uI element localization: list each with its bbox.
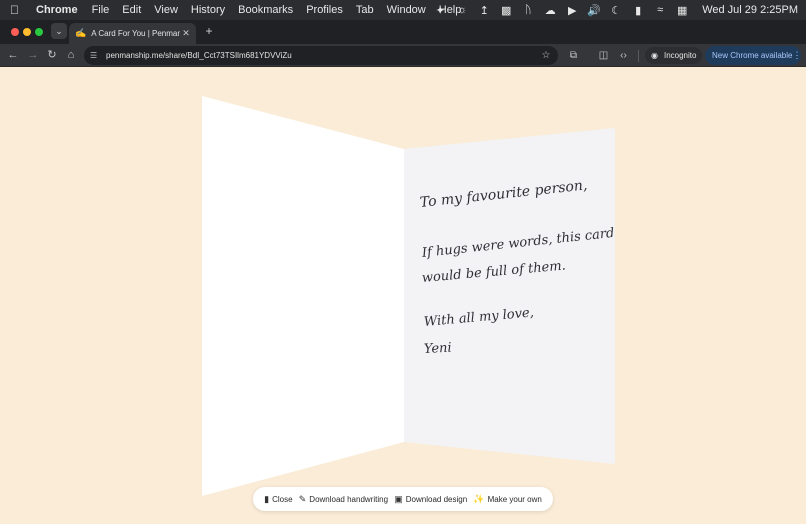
address-bar[interactable]: ☰ penmanship.me/share/BdI_Cct73TSIlm681Y… — [84, 46, 558, 65]
toolbar-divider — [638, 50, 639, 62]
menu-view[interactable]: View — [154, 4, 178, 16]
tab-strip: ⌄ ✍ A Card For You | Penmanship ✕ + — [0, 20, 806, 44]
new-chrome-available-button[interactable]: New Chrome available ⋮ — [705, 46, 801, 65]
more-menu-icon[interactable]: ⋮ — [792, 50, 801, 61]
new-tab-icon[interactable]: + — [202, 24, 216, 38]
download-design-label: Download design — [405, 494, 468, 504]
menubar-clock[interactable]: Wed Jul 29 2:25PM — [702, 4, 798, 16]
menu-edit[interactable]: Edit — [122, 4, 141, 16]
cloud-icon[interactable]: ☁ — [544, 4, 556, 17]
page-content: To my favourite person, If hugs were wor… — [0, 68, 806, 524]
pen-icon: ✎ — [298, 493, 307, 504]
penmanship-favicon-icon: ✍ — [75, 28, 87, 38]
forward-icon[interactable]: → — [26, 48, 40, 62]
incognito-icon: ◉ — [651, 51, 658, 60]
menu-bookmarks[interactable]: Bookmarks — [238, 4, 293, 16]
make-your-own-label: Make your own — [487, 494, 542, 504]
menu-app-name[interactable]: Chrome — [36, 4, 78, 16]
brightness-icon[interactable]: ☼ — [456, 4, 468, 16]
new-chrome-label: New Chrome available — [712, 51, 793, 60]
card-left-panel — [202, 96, 404, 496]
card-line-signature: Yeni — [423, 340, 453, 357]
close-label: Close — [272, 494, 293, 504]
incognito-badge[interactable]: ◉ Incognito — [645, 47, 703, 64]
keyboard-icon[interactable]: ▩ — [500, 4, 512, 17]
tab-title: A Card For You | Penmanship — [91, 29, 180, 38]
download-design-button[interactable]: ▣ Download design — [394, 494, 467, 505]
book-icon: ▮ — [264, 493, 270, 504]
browser-toolbar: ← → ↻ ⌂ ☰ penmanship.me/share/BdI_Cct73T… — [0, 44, 806, 67]
apple-icon[interactable]:  — [10, 3, 24, 17]
play-icon[interactable]: ▶ — [566, 4, 578, 17]
close-button[interactable]: ▮ Close — [264, 494, 292, 505]
extensions-icon[interactable]: ⧉ — [567, 49, 580, 62]
url-text[interactable]: penmanship.me/share/BdI_Cct73TSIlm681YDV… — [106, 51, 540, 60]
sparkles-icon: ✨ — [473, 493, 485, 504]
status-area: ✦ ☼ ↥ ▩ ᚢ ☁ ▶ 🔊 ☾ ▮ ≈ ▦ Wed Jul 29 2:25P… — [434, 0, 798, 20]
download-handwriting-button[interactable]: ✎ Download handwriting — [299, 494, 388, 505]
devtools-icon[interactable]: ‹› — [617, 49, 630, 62]
upload-icon[interactable]: ↥ — [478, 4, 490, 17]
greeting-card — [202, 96, 615, 496]
bookmark-star-icon[interactable]: ☆ — [540, 50, 552, 61]
bluetooth-icon[interactable]: ᚢ — [522, 4, 534, 16]
tab-search-icon[interactable]: ⌄ — [51, 23, 67, 39]
control-center-icon[interactable]: ▦ — [676, 4, 688, 17]
menu-history[interactable]: History — [191, 4, 225, 16]
battery-icon[interactable]: ▮ — [632, 4, 644, 17]
volume-icon[interactable]: 🔊 — [587, 4, 601, 17]
close-window-button[interactable] — [11, 28, 19, 36]
macos-menu-bar:  Chrome File Edit View History Bookmark… — [0, 0, 806, 20]
wifi-icon[interactable]: ≈ — [654, 4, 666, 16]
tab-active[interactable]: ✍ A Card For You | Penmanship ✕ — [69, 23, 196, 44]
close-tab-icon[interactable]: ✕ — [180, 28, 192, 39]
side-panel-icon[interactable]: ◫ — [597, 49, 610, 62]
zoom-window-button[interactable] — [35, 28, 43, 36]
sparkle-icon[interactable]: ✦ — [434, 4, 446, 17]
minimize-window-button[interactable] — [23, 28, 31, 36]
home-icon[interactable]: ⌂ — [64, 48, 78, 62]
reload-icon[interactable]: ↻ — [45, 48, 59, 62]
download-handwriting-label: Download handwriting — [309, 494, 389, 504]
make-your-own-button[interactable]: ✨ Make your own — [473, 494, 541, 505]
menu-window[interactable]: Window — [387, 4, 426, 16]
back-icon[interactable]: ← — [6, 48, 20, 62]
menu-profiles[interactable]: Profiles — [306, 4, 343, 16]
moon-icon[interactable]: ☾ — [610, 4, 622, 17]
site-info-icon[interactable]: ☰ — [90, 51, 100, 60]
menu-tab[interactable]: Tab — [356, 4, 374, 16]
menu-file[interactable]: File — [92, 4, 110, 16]
card-action-bar: ▮ Close ✎ Download handwriting ▣ Downloa… — [253, 487, 553, 511]
image-icon: ▣ — [394, 493, 403, 504]
incognito-label: Incognito — [663, 51, 697, 60]
